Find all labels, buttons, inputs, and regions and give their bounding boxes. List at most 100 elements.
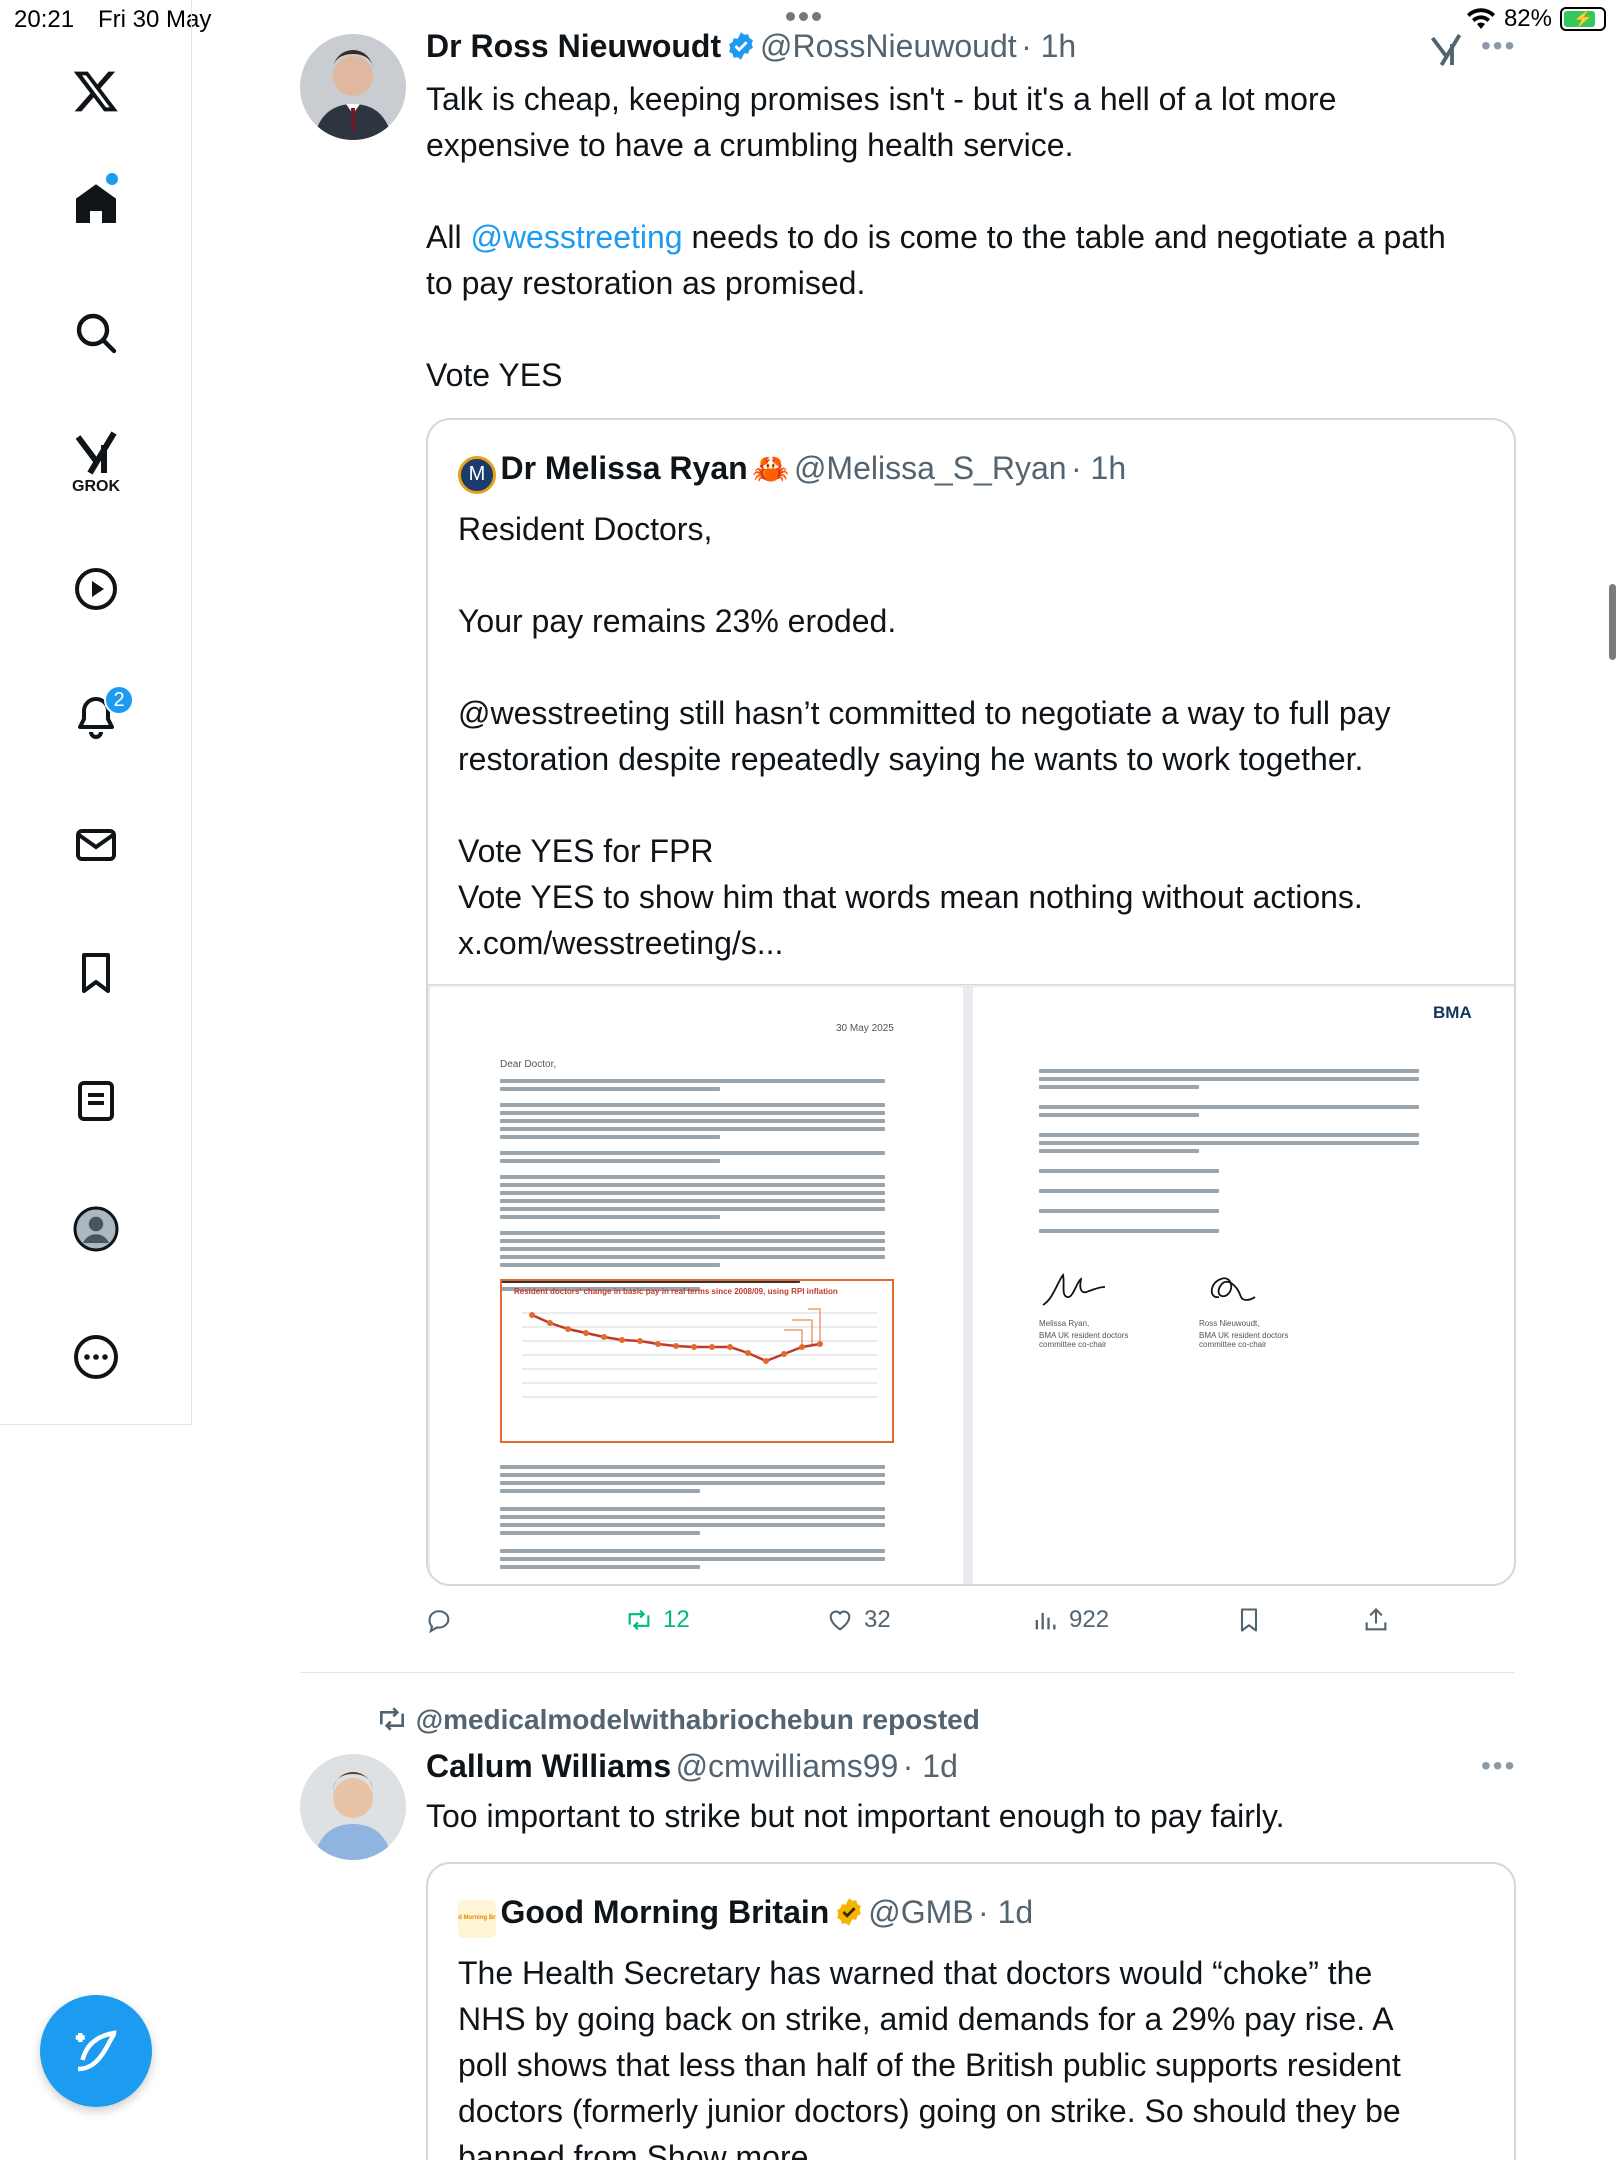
signatory-2-role: BMA UK resident doctors committee co-cha… [1199, 1331, 1289, 1349]
quote-body: The Health Secretary has warned that doc… [458, 1950, 1498, 2160]
letter-text-line [500, 1103, 885, 1107]
bookmark-button[interactable] [1235, 1606, 1263, 1634]
author-name[interactable]: Dr Ross Nieuwoudt [426, 28, 721, 64]
search-icon[interactable] [67, 304, 125, 362]
quote-media[interactable]: 30 May 2025 Dear Doctor, Resident doctor… [428, 984, 1514, 1584]
multitasking-dots[interactable] [786, 8, 834, 22]
quote-line: Your pay remains 23% eroded. [458, 603, 897, 639]
signatory-1-role: BMA UK resident doctors committee co-cha… [1039, 1331, 1129, 1349]
quoted-tweet[interactable]: Good Morning Britain Good Morning Britai… [426, 1862, 1516, 2160]
quote-line: @wesstreeting still hasn’t committed to … [458, 695, 1391, 731]
chart-point [781, 1351, 787, 1357]
mention-link[interactable]: @wesstreeting [470, 219, 682, 255]
tweet-more-options[interactable]: ••• [1481, 30, 1516, 62]
share-icon [1365, 1608, 1387, 1631]
quote-avatar[interactable]: Good Morning Britain [458, 1899, 496, 1938]
quote-time[interactable]: · 1h [1071, 450, 1126, 486]
x-logo-icon[interactable] [67, 62, 125, 120]
tweet-line: All @wesstreeting needs to do is come to… [426, 219, 1446, 255]
share-button[interactable] [1362, 1606, 1390, 1634]
quote-avatar[interactable]: M [458, 455, 496, 494]
tweet-line: Vote YES [426, 357, 563, 393]
letter-page-1[interactable]: 30 May 2025 Dear Doctor, Resident doctor… [430, 987, 963, 1584]
home-new-indicator [106, 173, 118, 185]
quote-link[interactable]: x.com/wesstreeting/s... [458, 920, 1498, 966]
letter-text-line [1039, 1077, 1419, 1081]
crab-emoji: 🦀 [752, 453, 790, 486]
author-handle[interactable]: @RossNieuwoudt [760, 28, 1017, 64]
sidebar-nav: GROK 2 [0, 0, 192, 1425]
letter-text-line [500, 1151, 885, 1155]
chart-point [691, 1344, 697, 1350]
chart-point [601, 1334, 607, 1340]
video-icon[interactable] [67, 560, 125, 618]
tweet-line: Talk is cheap, keeping promises isn't - … [426, 81, 1337, 117]
quote-line: The Health Secretary has warned that doc… [458, 1955, 1373, 1991]
quote-author-name[interactable]: Good Morning Britain [500, 1894, 829, 1930]
quote-author-name[interactable]: Dr Melissa Ryan [500, 450, 747, 486]
more-icon[interactable] [67, 1328, 125, 1386]
quote-author-handle[interactable]: @Melissa_S_Ryan [794, 450, 1067, 486]
tweet-body: Too important to strike but not importan… [426, 1798, 1285, 1834]
quoted-tweet[interactable]: M Dr Melissa Ryan 🦀 @Melissa_S_Ryan · 1h… [426, 418, 1516, 1586]
letter-text-line [500, 1255, 885, 1259]
author-handle[interactable]: @cmwilliams99 [676, 1748, 899, 1784]
letter-text-line [500, 1191, 885, 1195]
scrollbar-thumb[interactable] [1609, 584, 1616, 660]
quote-time[interactable]: · 1d [978, 1894, 1033, 1930]
lists-icon[interactable] [67, 1072, 125, 1130]
grok-label: GROK [72, 478, 120, 495]
letter-text-line [500, 1127, 885, 1131]
bookmarks-icon[interactable] [67, 944, 125, 1002]
views-icon [1035, 1613, 1056, 1630]
letter-text-line [500, 1263, 720, 1267]
quote-line: Resident Doctors, [458, 511, 713, 547]
profile-icon[interactable] [67, 1200, 125, 1258]
letter-page-2[interactable]: BMA Melissa Ryan, BMA UK resident doctor… [973, 987, 1514, 1584]
letter-text-line [500, 1523, 885, 1527]
tweet-time[interactable]: · 1d [903, 1748, 958, 1784]
reply-button[interactable] [425, 1606, 453, 1634]
grok-icon[interactable] [67, 424, 125, 482]
letter-text-line [500, 1247, 885, 1251]
letter-text-line [500, 1079, 885, 1083]
like-button[interactable]: 32 [826, 1606, 891, 1634]
tweet-body: Talk is cheap, keeping promises isn't - … [426, 76, 1526, 398]
author-name[interactable]: Callum Williams [426, 1748, 671, 1784]
views-button[interactable]: 922 [1031, 1606, 1109, 1634]
chart-point [709, 1344, 715, 1350]
tweet-time[interactable]: · 1h [1021, 28, 1076, 64]
messages-icon[interactable] [67, 816, 125, 874]
gold-verified-badge-icon [836, 1898, 861, 1926]
letter-text-line [500, 1473, 885, 1477]
letter-text-line [1039, 1169, 1219, 1173]
letter-text-line [500, 1549, 885, 1553]
letter-text-line [500, 1207, 885, 1211]
repost-icon [628, 1609, 650, 1631]
notifications-count-badge: 2 [104, 685, 134, 715]
tweet-more-options[interactable]: ••• [1481, 1750, 1516, 1782]
quote-line: poll shows that less than half of the Br… [458, 2047, 1401, 2083]
letter-text-line [500, 1565, 700, 1569]
tweet-line: expensive to have a crumbling health ser… [426, 127, 1074, 163]
avatar-callum[interactable] [300, 1754, 406, 1860]
grok-explain-icon[interactable] [1428, 32, 1464, 68]
quote-author-handle[interactable]: @GMB [868, 1894, 973, 1930]
quote-line: Vote YES for FPR [458, 833, 714, 869]
compose-button[interactable] [40, 1995, 152, 2107]
chart-point [727, 1344, 733, 1350]
repost-button[interactable]: 12 [625, 1606, 690, 1634]
avatar-ross[interactable] [300, 34, 406, 140]
letter-text-line [500, 1175, 885, 1179]
reposted-by-label[interactable]: @medicalmodelwithabriochebun reposted [416, 1704, 980, 1735]
letter-text-line [1039, 1149, 1199, 1153]
letter-text-line [1039, 1105, 1419, 1109]
tweet-divider [300, 1672, 1514, 1673]
letter-text-line [500, 1111, 885, 1115]
repost-context[interactable]: @medicalmodelwithabriochebun reposted [376, 1703, 980, 1736]
like-count: 32 [864, 1606, 891, 1633]
status-right: 82% ⚡ [1466, 5, 1606, 33]
letter-text-line [1039, 1113, 1199, 1117]
letter-text-line [500, 1239, 885, 1243]
show-more-link[interactable]: Show more [647, 2139, 809, 2160]
